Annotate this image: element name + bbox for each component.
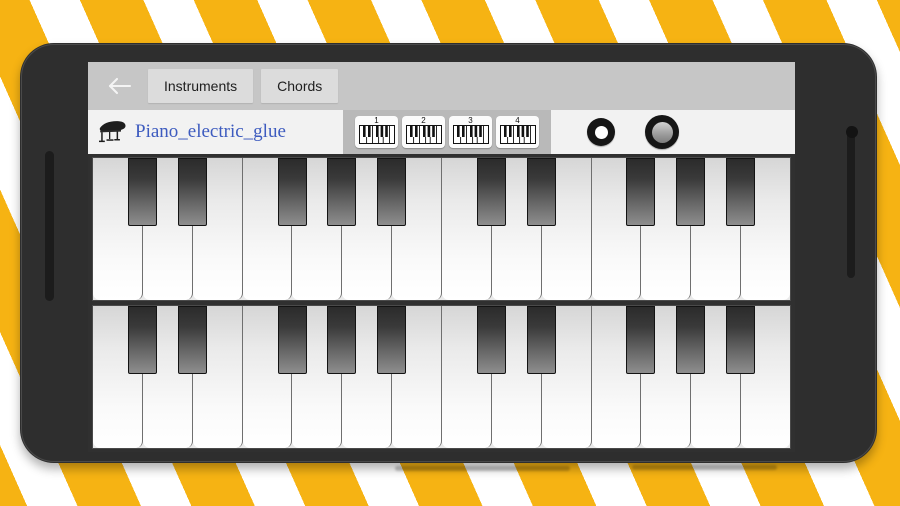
sustain-knob[interactable] xyxy=(587,118,615,146)
keyboard-upper xyxy=(92,157,791,301)
black-key[interactable] xyxy=(626,306,656,374)
black-key[interactable] xyxy=(476,158,506,226)
black-key[interactable] xyxy=(725,306,755,374)
knob-panel xyxy=(551,110,795,154)
black-key[interactable] xyxy=(377,306,407,374)
black-key[interactable] xyxy=(178,306,207,374)
phone-shadow xyxy=(395,466,570,471)
black-key[interactable] xyxy=(626,158,656,226)
black-key[interactable] xyxy=(377,158,407,226)
grand-piano-icon xyxy=(99,121,126,143)
black-key[interactable] xyxy=(526,158,556,226)
mini-keyboard-icon xyxy=(452,125,489,144)
knob-core xyxy=(651,121,673,143)
stage: Instruments Chords Piano_electric_glue 1… xyxy=(0,0,900,506)
keyboard-lower xyxy=(92,305,791,449)
black-key[interactable] xyxy=(675,158,705,226)
keyboard-chip-number: 4 xyxy=(515,116,520,125)
black-key[interactable] xyxy=(277,158,307,226)
keyboard-chip-1[interactable]: 1 xyxy=(355,116,398,148)
speaker-slot-icon-left xyxy=(45,151,54,301)
speaker-slot-icon-right xyxy=(847,126,855,278)
black-key[interactable] xyxy=(476,306,506,374)
phone-screen: Instruments Chords Piano_electric_glue 1… xyxy=(88,62,795,452)
black-key[interactable] xyxy=(327,158,357,226)
phone-shadow-secondary xyxy=(632,465,777,470)
black-key[interactable] xyxy=(128,306,158,374)
instrument-selector[interactable]: Piano_electric_glue xyxy=(88,110,343,154)
app-toolbar: Instruments Chords xyxy=(88,62,795,110)
mode-knob[interactable] xyxy=(645,115,679,149)
chords-button[interactable]: Chords xyxy=(261,69,339,103)
black-key[interactable] xyxy=(128,158,158,226)
camera-dot-icon xyxy=(846,126,858,138)
mini-keyboard-icon xyxy=(405,125,442,144)
keyboard-area xyxy=(88,154,795,452)
keyboard-count-selector: 1 2 3 4 xyxy=(343,110,551,154)
black-key[interactable] xyxy=(178,158,207,226)
phone-device: Instruments Chords Piano_electric_glue 1… xyxy=(20,43,877,463)
mini-keyboard-icon xyxy=(358,125,395,144)
instruments-button[interactable]: Instruments xyxy=(148,69,254,103)
keyboard-chip-number: 3 xyxy=(468,116,473,125)
instrument-bar: Piano_electric_glue 1 2 3 4 xyxy=(88,110,795,154)
mini-keyboard-icon xyxy=(499,125,536,144)
black-key[interactable] xyxy=(725,158,755,226)
keyboard-chip-number: 1 xyxy=(374,116,379,125)
knob-core xyxy=(594,125,608,139)
keyboard-chip-number: 2 xyxy=(421,116,426,125)
keyboard-chip-2[interactable]: 2 xyxy=(402,116,445,148)
black-key[interactable] xyxy=(277,306,307,374)
black-key[interactable] xyxy=(675,306,705,374)
black-key[interactable] xyxy=(526,306,556,374)
black-key[interactable] xyxy=(327,306,357,374)
keyboard-chip-3[interactable]: 3 xyxy=(449,116,492,148)
back-arrow-icon[interactable] xyxy=(98,66,140,106)
instrument-name: Piano_electric_glue xyxy=(135,121,286,142)
keyboard-chip-4[interactable]: 4 xyxy=(496,116,539,148)
